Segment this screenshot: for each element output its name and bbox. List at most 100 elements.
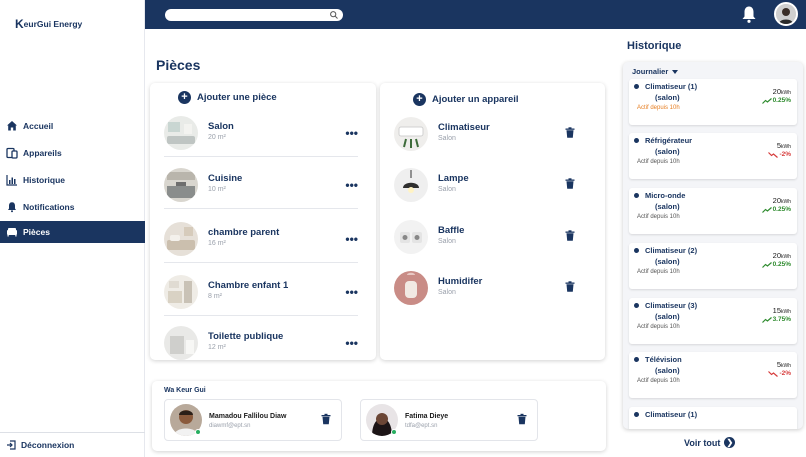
history-item[interactable]: Climatiseur (2) (salon) Actif depuis 10h 20… [629,243,797,289]
room-row[interactable]: Salon 20 m² ••• [150,116,376,168]
page-title: Pièces [156,57,201,73]
device-row[interactable]: Humidifer Salon [380,271,605,323]
period-filter-dropdown[interactable]: Journalier [632,67,679,76]
member-name: Mamadou Fallilou Diaw [209,413,287,420]
history-status: Actif depuis 10h [637,214,680,220]
trend-value: 0.25% [772,206,791,213]
notification-bell-icon[interactable] [740,5,758,24]
history-device-name: Climatiseur (2) [645,246,698,255]
logout-button[interactable]: Déconnexion [0,432,145,457]
history-consumption: 20kWh [773,196,791,205]
online-status-dot [195,429,201,435]
search-input[interactable] [165,9,343,21]
trash-icon[interactable] [565,127,575,138]
history-item[interactable]: Télévision (salon) Actif depuis 10h 5kWh -2% [629,352,797,398]
sidebar-item-appareils[interactable]: Appareils [0,142,145,164]
bullet-dot [634,138,639,143]
period-filter-label: Journalier [632,67,669,76]
bullet-dot [634,84,639,89]
divider [164,315,358,316]
member-email: tdfa@ept.sn [405,423,438,429]
history-consumption: 15kWh [773,306,791,315]
sidebar-item-notifications[interactable]: Notifications [0,196,145,218]
history-title: Historique [627,40,682,52]
user-avatar[interactable] [774,2,798,26]
trash-icon[interactable] [321,413,331,425]
bullet-dot [634,193,639,198]
divider [164,208,358,209]
arrow-right-icon: ❯ [724,437,736,448]
history-item[interactable]: Réfrigérateur (salon) Actif depuis 10h 5kWh… [629,133,797,179]
trend-up-icon [761,97,772,104]
history-trend: -2% [768,370,791,377]
team-member[interactable]: Mamadou Fallilou Diaw diawmf@ept.sn [164,399,342,441]
see-all-button[interactable]: Voir tout ❯ [684,437,736,448]
add-device-button[interactable]: + Ajouter un appareil [413,93,519,106]
room-row[interactable]: Chambre enfant 1 8 m² ••• [150,275,376,327]
device-row[interactable]: Climatiseur Salon [380,117,605,169]
room-name: Toilette publique [208,331,284,342]
room-icon [7,228,17,237]
trash-icon[interactable] [565,281,575,292]
bullet-dot [634,412,639,417]
sidebar-item-accueil[interactable]: Accueil [0,115,145,137]
more-options-icon[interactable]: ••• [345,336,358,350]
room-area: 16 m² [208,240,226,247]
more-options-icon[interactable]: ••• [345,178,358,192]
history-trend: 0.25% [761,97,791,104]
history-device-location: (salon) [655,202,680,211]
history-device-location: (salon) [655,312,680,321]
room-row[interactable]: Toilette publique 12 m² ••• [150,326,376,360]
history-item[interactable]: Climatiseur (1) [629,407,797,429]
sidebar-item-label: Pièces [23,227,50,237]
history-item[interactable]: Climatiseur (3) (salon) Actif depuis 10h 15… [629,298,797,344]
consumption-unit: kWh [781,309,791,315]
room-thumbnail [164,116,198,150]
trash-icon[interactable] [517,413,527,425]
trash-icon[interactable] [565,230,575,241]
top-bar [145,0,806,29]
history-device-name: Climatiseur (1) [645,82,698,91]
room-row[interactable]: Cuisine 10 m² ••• [150,168,376,220]
history-status: Actif depuis 10h [637,159,680,165]
history-panel: Journalier Climatiseur (1) (salon) Actif d… [623,62,803,429]
trash-icon[interactable] [565,178,575,189]
trend-value: 0.25% [772,97,791,104]
device-room: Salon [438,289,456,296]
sidebar-item-label: Accueil [23,121,54,131]
device-icon [6,147,18,159]
history-item[interactable]: Climatiseur (1) (salon) Actif depuis 10h 20… [629,79,797,125]
room-area: 8 m² [208,293,222,300]
trend-up-icon [761,316,772,323]
sidebar-item-pieces[interactable]: Pièces [0,221,145,243]
device-name: Climatiseur [438,122,490,133]
trend-value: -2% [779,151,791,158]
room-row[interactable]: chambre parent 16 m² ••• [150,222,376,274]
consumption-value: 20 [772,251,781,260]
trend-value: 3.75% [772,316,791,323]
room-thumbnail [164,326,198,360]
brand-logo[interactable]: K eurGui Energy [15,17,82,31]
device-room: Salon [438,135,456,142]
history-trend: 0.25% [761,206,791,213]
divider [164,156,358,157]
add-room-button[interactable]: + Ajouter une pièce [178,91,277,104]
room-area: 12 m² [208,344,226,351]
logout-icon [7,440,16,450]
consumption-unit: kWh [781,254,791,260]
more-options-icon[interactable]: ••• [345,126,358,140]
history-item[interactable]: Micro-onde (salon) Actif depuis 10h 20kWh 0.… [629,188,797,234]
device-row[interactable]: Lampe Salon [380,168,605,220]
caret-down-icon [672,69,679,74]
add-room-label: Ajouter une pièce [197,92,277,103]
trend-value: 0.25% [772,261,791,268]
more-options-icon[interactable]: ••• [345,285,358,299]
team-member[interactable]: Fatima Dieye tdfa@ept.sn [360,399,538,441]
device-room: Salon [438,238,456,245]
sidebar-item-historique[interactable]: Historique [0,169,145,191]
more-options-icon[interactable]: ••• [345,232,358,246]
device-row[interactable]: Baffle Salon [380,220,605,272]
history-consumption: 5kWh [777,141,791,150]
bullet-dot [634,357,639,362]
consumption-unit: kWh [781,363,791,369]
